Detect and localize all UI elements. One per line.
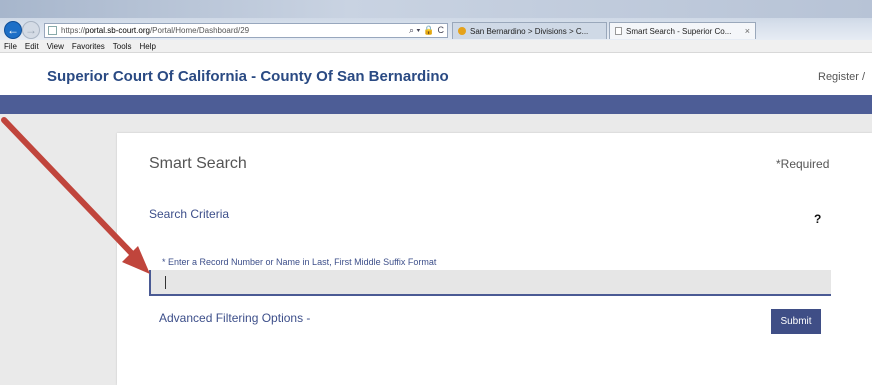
title-bar	[0, 0, 872, 18]
url-path: /Portal/Home/Dashboard/29	[149, 26, 250, 35]
tab-san-bernardino[interactable]: San Bernardino > Divisions > C...	[452, 22, 607, 39]
close-tab-icon[interactable]: ×	[745, 26, 750, 36]
menu-view[interactable]: View	[47, 42, 64, 51]
page-icon	[48, 26, 57, 35]
required-note: *Required	[776, 157, 830, 171]
text-caret	[165, 276, 166, 289]
register-link[interactable]: Register /	[818, 71, 865, 83]
page-title: Smart Search	[149, 155, 247, 172]
advanced-filtering-toggle[interactable]: Advanced Filtering Options -	[159, 311, 310, 325]
menu-edit[interactable]: Edit	[25, 42, 39, 51]
search-input[interactable]	[149, 270, 831, 296]
browser-chrome: ← → https://portal.sb-court.org/Portal/H…	[0, 0, 872, 40]
site-header: Superior Court Of California - County Of…	[0, 53, 872, 95]
search-field-label: * Enter a Record Number or Name in Last,…	[162, 257, 437, 267]
menu-tools[interactable]: Tools	[113, 42, 132, 51]
search-criteria-heading: Search Criteria	[149, 207, 230, 221]
navigation-band	[0, 95, 872, 114]
url-host: portal.sb-court.org	[85, 26, 150, 35]
menu-favorites[interactable]: Favorites	[72, 42, 105, 51]
menu-bar: File Edit View Favorites Tools Help	[0, 40, 872, 53]
forward-arrow-icon[interactable]: →	[22, 21, 40, 39]
address-bar[interactable]: https://portal.sb-court.org/Portal/Home/…	[44, 23, 448, 38]
tab-label: Smart Search - Superior Co...	[626, 26, 732, 36]
submit-button[interactable]: Submit	[771, 309, 821, 334]
refresh-icon[interactable]: C	[438, 25, 445, 36]
menu-file[interactable]: File	[4, 42, 17, 51]
page-favicon-icon	[615, 27, 622, 35]
smart-search-panel: Smart Search *Required Search Criteria ?…	[117, 133, 872, 385]
site-title[interactable]: Superior Court Of California - County Of…	[47, 68, 449, 85]
lock-icon[interactable]: 🔒	[423, 25, 434, 36]
page-background	[0, 114, 117, 385]
url-prefix: https://	[61, 26, 86, 35]
site-favicon-icon	[458, 27, 466, 35]
help-icon[interactable]: ?	[814, 212, 821, 226]
menu-help[interactable]: Help	[139, 42, 155, 51]
tab-smart-search[interactable]: Smart Search - Superior Co... ×	[609, 22, 756, 39]
search-dropdown-icon[interactable]: ⌕ ▾	[409, 25, 420, 36]
tab-label: San Bernardino > Divisions > C...	[470, 26, 589, 36]
back-arrow-icon[interactable]: ←	[4, 21, 22, 39]
